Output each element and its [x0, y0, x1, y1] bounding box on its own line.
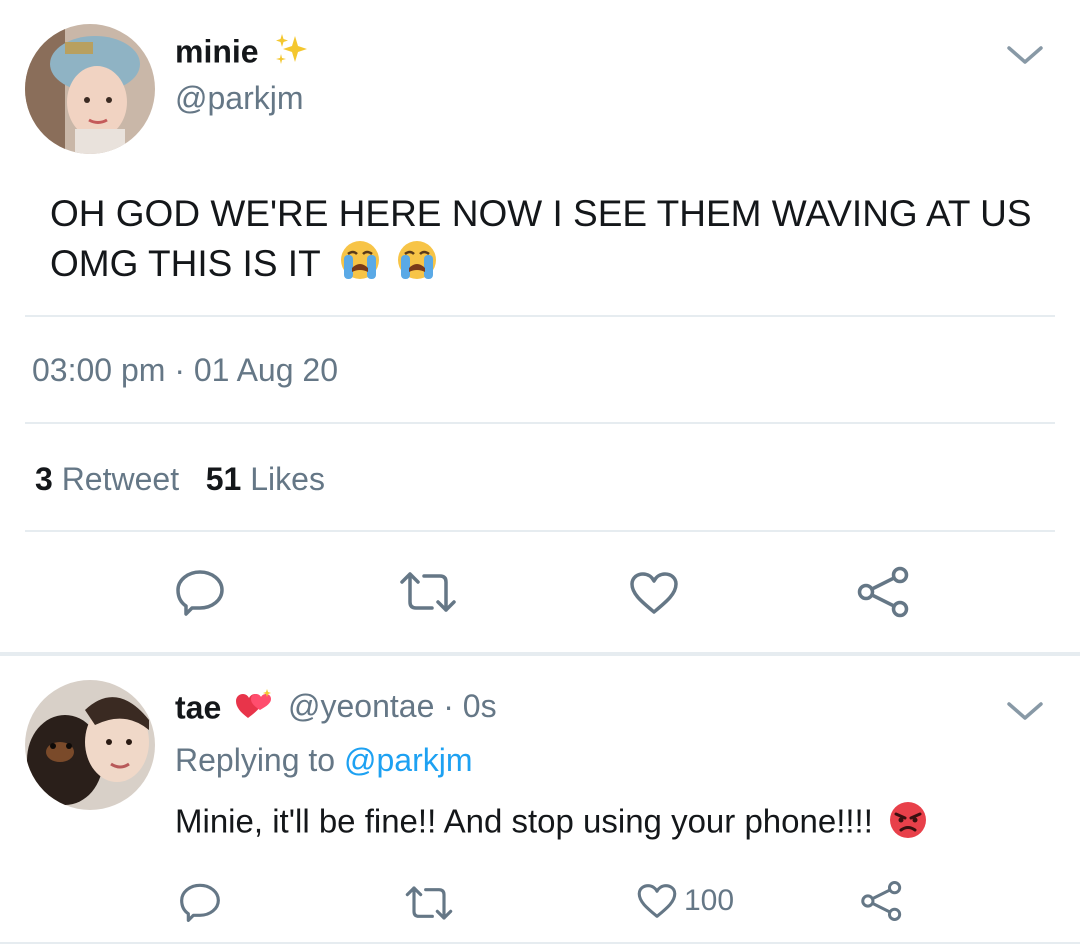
replying-to: Replying to @parkjm — [175, 742, 473, 778]
reply-retweet-button[interactable] — [404, 884, 454, 922]
divider — [0, 942, 1080, 944]
share-button[interactable] — [856, 566, 912, 618]
reply-handle[interactable]: @yeontae — [288, 688, 434, 724]
loudly-crying-face-icon — [338, 238, 382, 294]
loudly-crying-face-icon — [395, 238, 439, 294]
replying-to-link[interactable]: @parkjm — [344, 742, 473, 778]
sparkles-icon — [273, 32, 309, 76]
share-icon — [857, 566, 909, 618]
avatar-tae[interactable] — [25, 680, 155, 810]
share-icon — [861, 881, 902, 921]
avatar-minie[interactable] — [25, 24, 155, 154]
heart-icon — [630, 572, 678, 614]
tweet-stats: 3 Retweet 51 Likes — [35, 461, 325, 498]
retweet-icon — [400, 572, 456, 612]
tweet-text: OH GOD WE'RE HERE NOW I SEE THEM WAVING … — [50, 190, 1040, 294]
user-handle[interactable]: @parkjm — [175, 80, 304, 117]
reply-share-button[interactable] — [860, 880, 904, 922]
divider — [25, 315, 1055, 317]
reply-reply-button[interactable] — [178, 882, 222, 922]
reply-like-button[interactable]: 100 — [636, 882, 734, 920]
reply-display-name[interactable]: tae — [175, 688, 274, 732]
reply-button[interactable] — [174, 568, 226, 616]
angry-face-icon — [888, 800, 928, 848]
heart-icon — [637, 884, 677, 918]
reply-icon — [176, 570, 224, 616]
divider — [25, 422, 1055, 424]
retweet-icon — [405, 886, 453, 920]
chevron-down-icon[interactable] — [1005, 696, 1045, 726]
retweet-stat[interactable]: 3 Retweet — [35, 461, 179, 497]
reply-age: 0s — [462, 688, 497, 724]
like-button[interactable] — [628, 570, 680, 616]
reply-icon — [180, 883, 220, 922]
display-name[interactable]: minie — [175, 32, 309, 76]
reply-tweet-text: Minie, it'll be fine!! And stop using yo… — [175, 800, 928, 848]
chevron-down-icon[interactable] — [1005, 40, 1045, 70]
retweet-button[interactable] — [398, 570, 458, 614]
like-count: 100 — [684, 884, 735, 917]
likes-stat[interactable]: 51 Likes — [206, 461, 325, 497]
tweet-timestamp[interactable]: 03:00 pm · 01 Aug 20 — [32, 352, 338, 389]
section-divider — [0, 652, 1080, 656]
divider — [25, 530, 1055, 532]
heart-with-sparkles-icon — [234, 688, 274, 732]
reply-handle-line: @yeontae · 0s — [288, 688, 497, 724]
